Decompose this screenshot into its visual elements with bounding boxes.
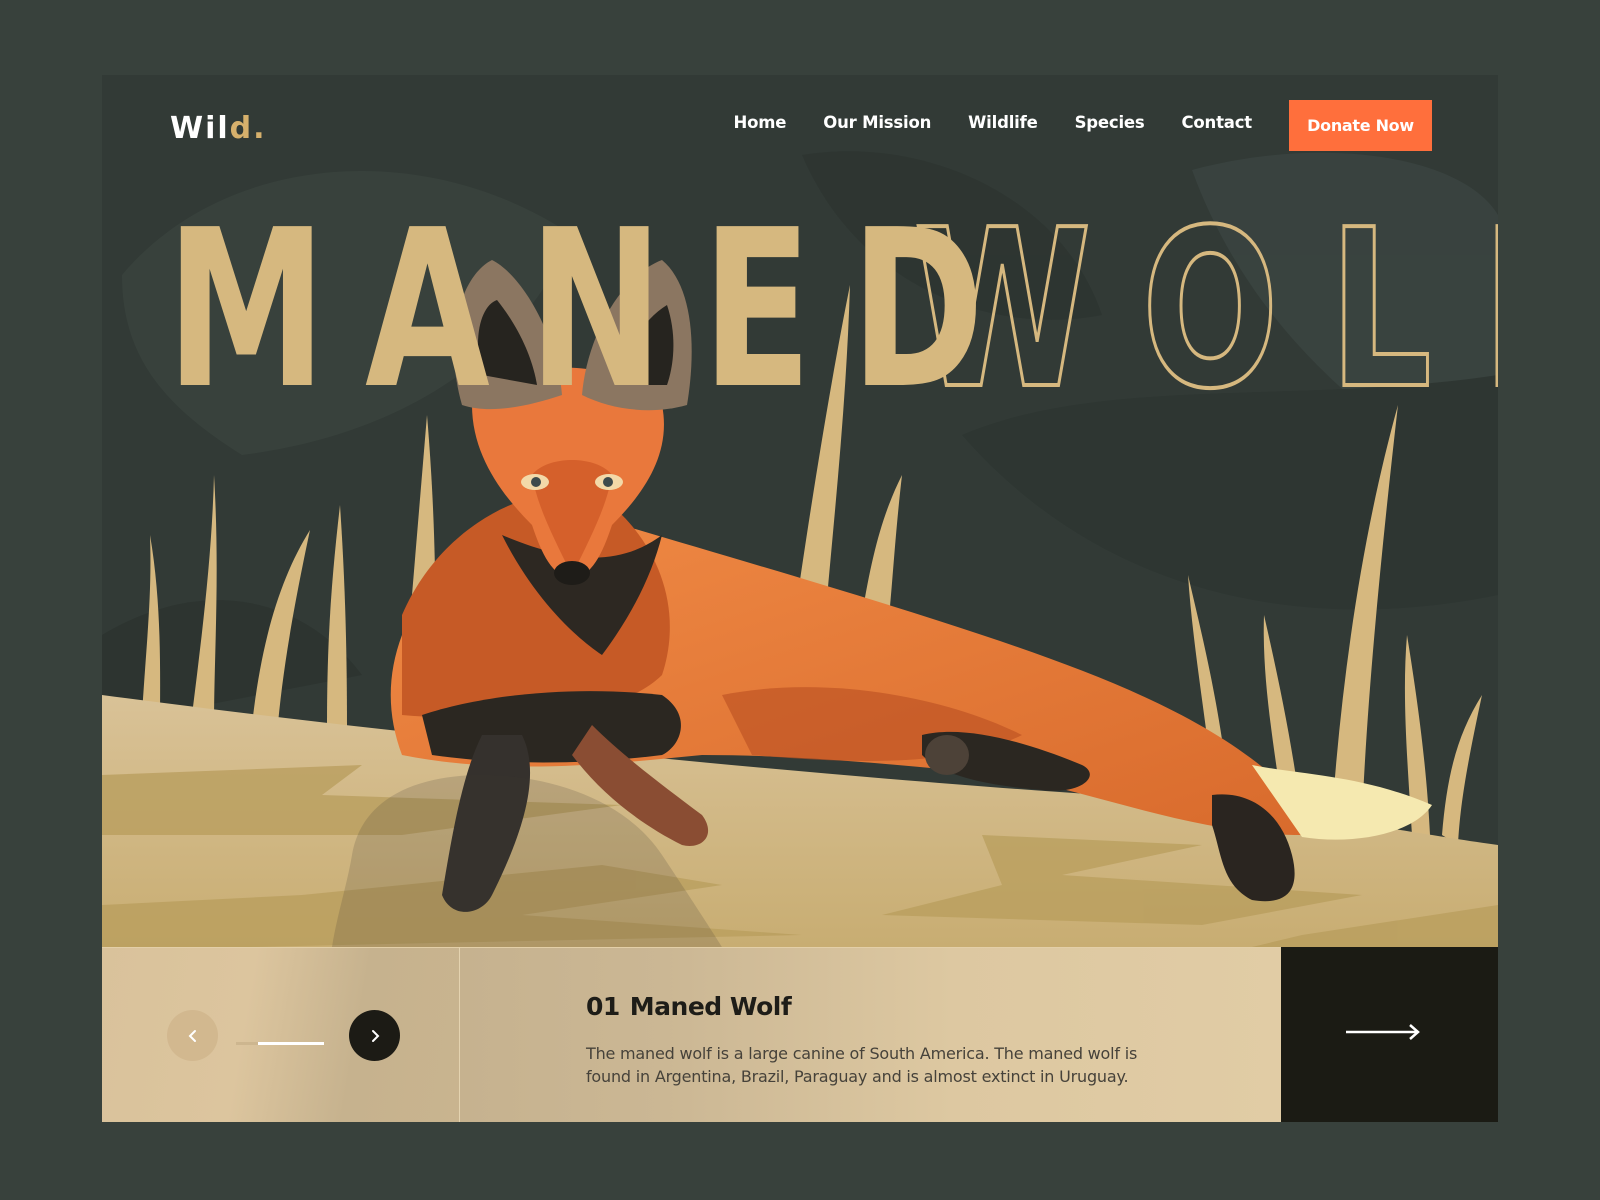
main-nav: Home Our Mission Wildlife Species Contac… xyxy=(697,113,1253,132)
logo-main: Wil xyxy=(170,111,230,146)
headline-solid: MANED xyxy=(166,184,1023,438)
hero-frame: MANED WOLF Wild. Home Our Mission Wildli… xyxy=(102,75,1498,1122)
slide-title: 01 Maned Wolf xyxy=(586,992,792,1021)
slide-progress-bar xyxy=(236,1042,324,1045)
nav-species[interactable]: Species xyxy=(1075,113,1145,132)
slider-controls xyxy=(102,947,459,1122)
nav-our-mission[interactable]: Our Mission xyxy=(823,113,931,132)
logo[interactable]: Wild. xyxy=(170,111,267,146)
hero-headline: MANED WOLF xyxy=(166,182,1498,439)
slide-progress-fill xyxy=(258,1042,324,1045)
headline-outline: WOLF xyxy=(913,184,1498,438)
slide-number: 01 xyxy=(586,992,620,1021)
previous-slide-button[interactable] xyxy=(167,1010,218,1061)
nav-contact[interactable]: Contact xyxy=(1182,113,1253,132)
learn-more-panel[interactable] xyxy=(1281,947,1498,1122)
next-slide-button[interactable] xyxy=(349,1010,400,1061)
slide-info: 01 Maned Wolf The maned wolf is a large c… xyxy=(459,947,1282,1122)
chevron-right-icon xyxy=(371,1029,379,1042)
slider-bar: 01 Maned Wolf The maned wolf is a large c… xyxy=(102,947,1498,1122)
chevron-left-icon xyxy=(188,1029,196,1042)
slide-description: The maned wolf is a large canine of Sout… xyxy=(586,1044,1138,1086)
nav-home[interactable]: Home xyxy=(734,113,787,132)
slide-name: Maned Wolf xyxy=(629,992,792,1021)
arrow-right-icon[interactable] xyxy=(1344,1022,1422,1042)
donate-button[interactable]: Donate Now xyxy=(1289,100,1432,151)
logo-accent: d. xyxy=(229,111,267,146)
nav-wildlife[interactable]: Wildlife xyxy=(968,113,1038,132)
